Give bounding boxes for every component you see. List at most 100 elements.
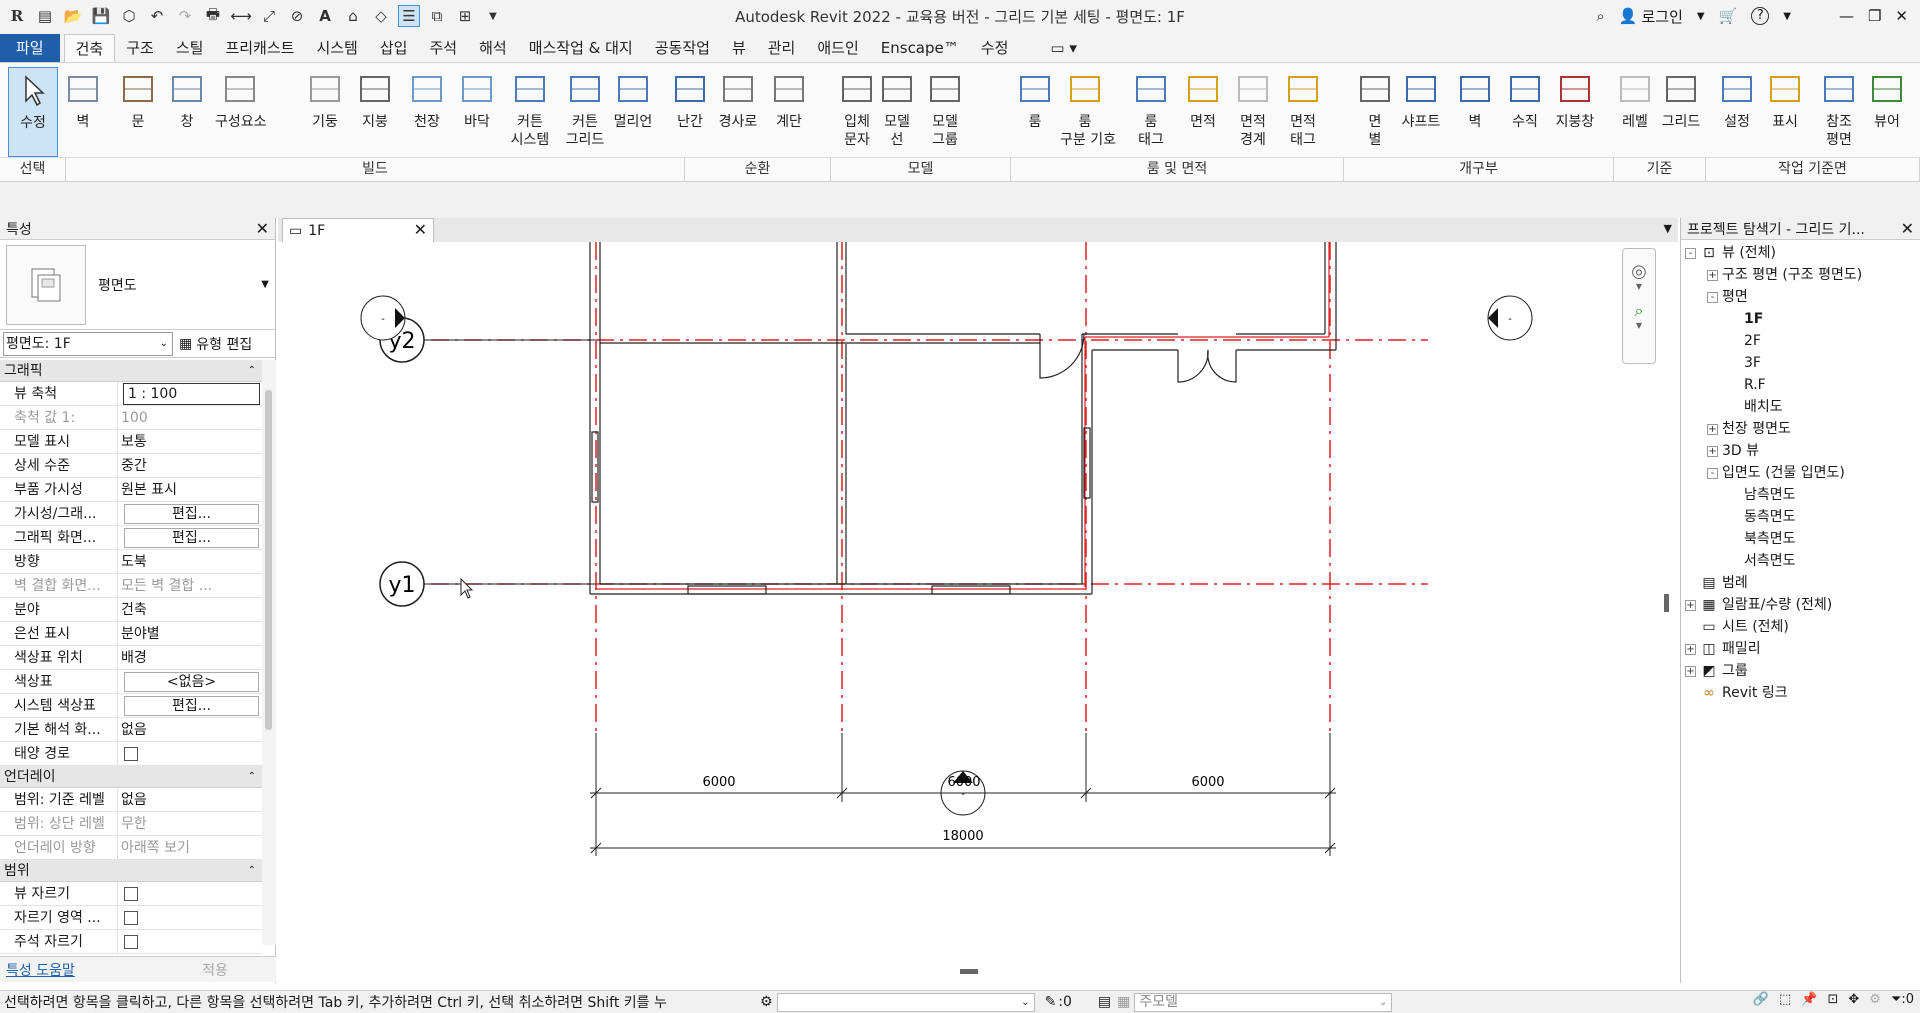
help-dropdown-icon[interactable]: ▼: [1783, 11, 1791, 22]
tab-13[interactable]: 애드인: [806, 34, 869, 62]
measure-icon[interactable]: ⟷: [230, 5, 252, 27]
close-browser-icon[interactable]: ✕: [1901, 219, 1914, 238]
property-value[interactable]: 모든 벽 결합 ...: [118, 574, 262, 597]
property-value-text[interactable]: <없음>: [124, 672, 259, 692]
tab-11[interactable]: 뷰: [721, 34, 757, 62]
select-pinned-icon[interactable]: 📌: [1801, 992, 1817, 1007]
panel-label-2[interactable]: 순환: [685, 158, 831, 182]
tree-node[interactable]: R.F: [1681, 374, 1920, 396]
undo-icon[interactable]: ↶: [146, 5, 168, 27]
property-value[interactable]: 편집...: [118, 502, 262, 525]
tab-9[interactable]: 매스작업 & 대지: [518, 34, 644, 62]
apply-button[interactable]: 적용: [160, 960, 270, 980]
tree-node[interactable]: 북측면도: [1681, 528, 1920, 550]
close-properties-icon[interactable]: ✕: [256, 219, 269, 238]
design-option-select[interactable]: 주모델 ⌄: [1134, 992, 1393, 1012]
panel-label-0[interactable]: 선택: [0, 158, 66, 182]
property-value[interactable]: 편집...: [118, 694, 262, 717]
collapse-icon[interactable]: -: [1707, 467, 1718, 479]
print-icon[interactable]: 🖶: [202, 5, 224, 27]
tree-node[interactable]: 배치도: [1681, 396, 1920, 418]
dropdown-icon[interactable]: ▼: [1697, 11, 1705, 22]
user-icon[interactable]: 👤: [1619, 7, 1638, 25]
tree-node[interactable]: + ◩ 그룹: [1681, 660, 1920, 682]
property-value[interactable]: 원본 표시: [118, 478, 262, 501]
dim-label-1[interactable]: 6000: [702, 775, 735, 790]
ribbon-button-33[interactable]: 참조 평면: [1814, 67, 1864, 157]
scrollbar-thumb[interactable]: [265, 390, 272, 730]
checkbox[interactable]: [124, 887, 138, 901]
ribbon-button-1[interactable]: 벽: [58, 67, 108, 157]
tab-7[interactable]: 주석: [418, 34, 468, 62]
drawing-canvas[interactable]: y2 y1 - - - 6000 6000 6000 18000 ◎ ▼ ⌕ ▼: [278, 242, 1678, 983]
ribbon-button-7[interactable]: 천장: [402, 67, 452, 157]
ribbon-button-0[interactable]: 수정: [8, 67, 58, 157]
collapse-icon[interactable]: -: [1707, 291, 1718, 303]
expand-icon[interactable]: +: [1685, 599, 1696, 611]
ribbon-button-30[interactable]: 그리드: [1656, 67, 1706, 157]
tab-12[interactable]: 관리: [757, 34, 807, 62]
tree-node[interactable]: +3D 뷰: [1681, 440, 1920, 462]
tree-node[interactable]: 2F: [1681, 330, 1920, 352]
properties-help-link[interactable]: 특성 도움말: [6, 960, 75, 980]
edit-request-icon[interactable]: ✎: [1045, 994, 1057, 1010]
ribbon-button-23[interactable]: 면적 태그: [1278, 67, 1328, 157]
ribbon-button-18[interactable]: 룸: [1010, 67, 1060, 157]
aligned-dimension-icon[interactable]: ⤢: [258, 5, 280, 27]
ribbon-button-31[interactable]: 설정: [1712, 67, 1762, 157]
ribbon-button-12[interactable]: 난간: [665, 67, 715, 157]
login-label[interactable]: 로그인: [1641, 6, 1682, 27]
ribbon-button-20[interactable]: 룸 태그: [1126, 67, 1176, 157]
ribbon-button-22[interactable]: 면적 경계: [1228, 67, 1278, 157]
zoom-icon[interactable]: ⌕: [1623, 301, 1655, 321]
property-value[interactable]: 아래쪽 보기: [118, 836, 262, 859]
ribbon-button-26[interactable]: 벽: [1450, 67, 1500, 157]
property-value[interactable]: 없음: [118, 718, 262, 741]
panel-label-3[interactable]: 모델: [831, 158, 1011, 182]
ribbon-button-5[interactable]: 기둥: [300, 67, 350, 157]
minimize-icon[interactable]: —: [1839, 7, 1854, 25]
floor-plan-drawing[interactable]: y2 y1 - - - 6000 6000 6000 18000: [278, 242, 1678, 983]
property-value[interactable]: 배경: [118, 646, 262, 669]
panel-label-7[interactable]: 작업 기준면: [1706, 158, 1920, 182]
property-value[interactable]: 도북: [118, 550, 262, 573]
tree-node[interactable]: 서측면도: [1681, 550, 1920, 572]
property-value-text[interactable]: 편집...: [124, 528, 259, 548]
ribbon-button-17[interactable]: 모델 그룹: [920, 67, 970, 157]
ribbon-button-13[interactable]: 경사로: [713, 67, 763, 157]
property-group-header[interactable]: 언더레이 ⌃: [0, 766, 262, 788]
expand-icon[interactable]: +: [1707, 269, 1718, 281]
cart-icon[interactable]: 🛒: [1719, 7, 1738, 25]
tree-node[interactable]: - 입면도 (건물 입면도): [1681, 462, 1920, 484]
tree-node[interactable]: 남측면도: [1681, 484, 1920, 506]
switch-windows-icon[interactable]: ⊞: [454, 5, 476, 27]
tree-node[interactable]: - ⊡ 뷰 (전체): [1681, 242, 1920, 264]
property-group-header[interactable]: 그래픽 ⌃: [0, 360, 262, 382]
workset-icon[interactable]: ⚙: [760, 994, 773, 1010]
nav-dropdown-icon[interactable]: ▼: [1623, 282, 1655, 291]
tree-node[interactable]: + ▦ 일람표/수량 (전체): [1681, 594, 1920, 616]
design-options-icon[interactable]: ▤: [1098, 994, 1111, 1010]
edit-type-button[interactable]: ▦ 유형 편집: [173, 334, 252, 354]
ribbon-button-14[interactable]: 계단: [764, 67, 814, 157]
steering-wheel-icon[interactable]: ◎: [1623, 261, 1655, 282]
dim-label-total[interactable]: 18000: [942, 829, 983, 844]
ribbon-button-2[interactable]: 문: [113, 67, 163, 157]
ribbon-button-3[interactable]: 창: [162, 67, 212, 157]
ribbon-button-4[interactable]: 구성요소: [215, 67, 267, 157]
collapse-icon[interactable]: ⌃: [248, 860, 256, 881]
revit-logo-icon[interactable]: R: [6, 5, 28, 27]
property-value[interactable]: 100: [118, 406, 262, 429]
property-value[interactable]: [118, 906, 262, 929]
redo-icon[interactable]: ↷: [174, 5, 196, 27]
vertical-scroll-thumb[interactable]: [1664, 594, 1669, 612]
property-value[interactable]: <없음>: [118, 670, 262, 693]
panel-label-6[interactable]: 기준: [1614, 158, 1706, 182]
ribbon-button-6[interactable]: 지붕: [350, 67, 400, 157]
property-value[interactable]: 분야별: [118, 622, 262, 645]
expand-icon[interactable]: +: [1685, 643, 1696, 655]
tab-14[interactable]: Enscape™: [870, 34, 970, 62]
property-value[interactable]: 보통: [118, 430, 262, 453]
ribbon-button-21[interactable]: 면적: [1178, 67, 1228, 157]
checkbox[interactable]: [124, 747, 138, 761]
